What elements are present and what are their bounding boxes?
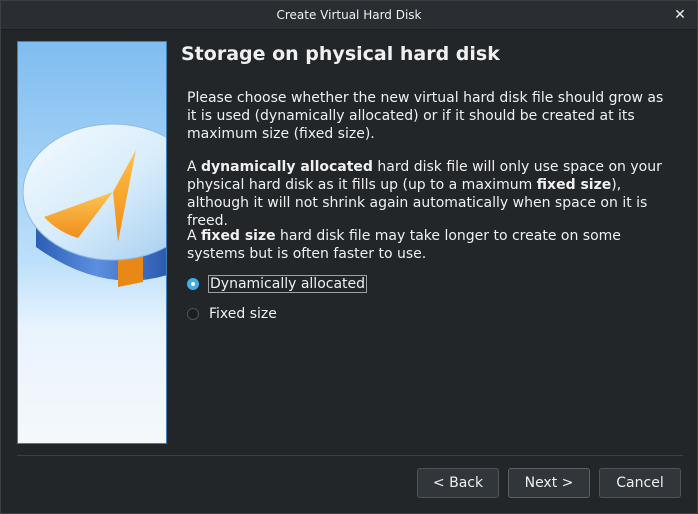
- dynamic-description: A dynamically allocated hard disk file w…: [187, 159, 662, 229]
- radio-label-dynamic[interactable]: Dynamically allocated: [208, 275, 368, 293]
- intro-text: Please choose whether the new virtual ha…: [187, 90, 664, 142]
- page-title: Storage on physical hard disk: [181, 43, 500, 65]
- disk-illustration-graphic: [22, 123, 166, 287]
- cancel-button[interactable]: Cancel: [599, 468, 681, 498]
- hard-disk-illustration: [17, 41, 167, 444]
- next-button[interactable]: Next >: [508, 468, 590, 498]
- window-title: Create Virtual Hard Disk: [276, 8, 422, 22]
- dialog-window: Create Virtual Hard Disk ✕ Storage on ph…: [0, 0, 698, 514]
- radio-fixed-size[interactable]: Fixed size: [187, 304, 278, 324]
- radio-checked-indicator[interactable]: [187, 278, 199, 290]
- radio-unchecked-indicator[interactable]: [187, 308, 199, 320]
- back-button[interactable]: < Back: [417, 468, 499, 498]
- fixed-description: A fixed size hard disk file may take lon…: [187, 228, 621, 262]
- radio-label-fixed[interactable]: Fixed size: [208, 306, 278, 322]
- footer-divider: [17, 455, 683, 456]
- radio-dynamically-allocated[interactable]: Dynamically allocated: [187, 274, 368, 294]
- close-icon[interactable]: ✕: [669, 4, 691, 26]
- title-bar: Create Virtual Hard Disk ✕: [1, 1, 697, 30]
